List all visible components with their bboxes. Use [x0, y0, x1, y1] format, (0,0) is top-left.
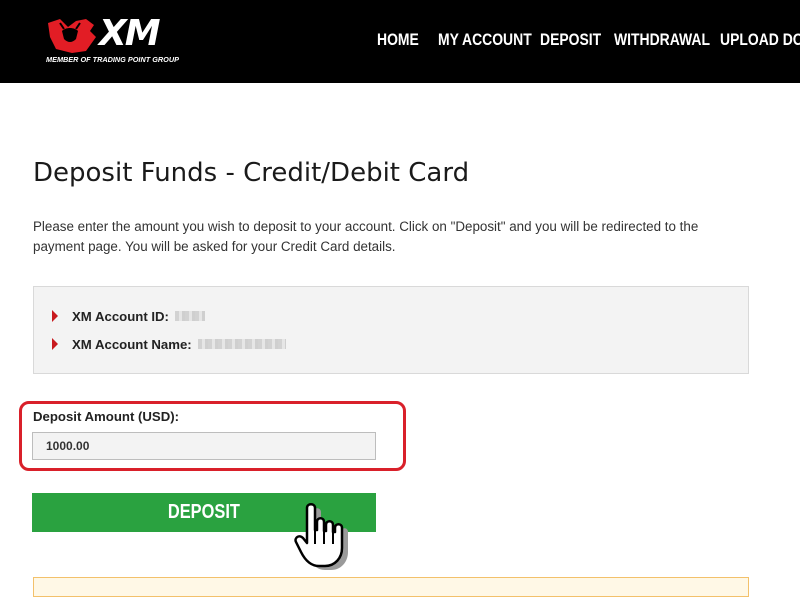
account-name-row: XM Account Name: — [52, 334, 286, 354]
caret-right-icon — [52, 310, 58, 322]
page-title: Deposit Funds - Credit/Debit Card — [33, 158, 470, 188]
nav-item-deposit[interactable]: DEPOSIT — [540, 30, 601, 50]
redacted-account-name — [197, 339, 286, 349]
nav-item-home[interactable]: HOME — [377, 30, 419, 50]
nav-item-my-account[interactable]: MY ACCOUNT — [438, 30, 532, 50]
notice-box — [33, 577, 749, 597]
logo-tagline: MEMBER OF TRADING POINT GROUP — [46, 55, 179, 64]
nav-item-upload-documents[interactable]: UPLOAD DOCU — [720, 30, 800, 50]
caret-right-icon — [52, 338, 58, 350]
redacted-account-id — [174, 311, 205, 321]
account-id-label: XM Account ID: — [72, 308, 169, 324]
account-name-label: XM Account Name: — [72, 336, 192, 352]
main-nav: HOME MY ACCOUNT DEPOSIT WITHDRAWAL UPLOA… — [0, 30, 800, 54]
account-id-row: XM Account ID: — [52, 306, 205, 326]
account-info-box: XM Account ID: XM Account Name: — [33, 286, 749, 374]
deposit-button-label: DEPOSIT — [167, 501, 240, 523]
nav-item-withdrawal[interactable]: WITHDRAWAL — [614, 30, 710, 50]
deposit-amount-label: Deposit Amount (USD): — [33, 409, 180, 424]
deposit-amount-input[interactable] — [32, 432, 376, 460]
intro-text: Please enter the amount you wish to depo… — [33, 219, 699, 254]
top-navigation-bar: XM MEMBER OF TRADING POINT GROUP HOME MY… — [0, 0, 800, 83]
hand-pointer-icon — [294, 503, 348, 570]
